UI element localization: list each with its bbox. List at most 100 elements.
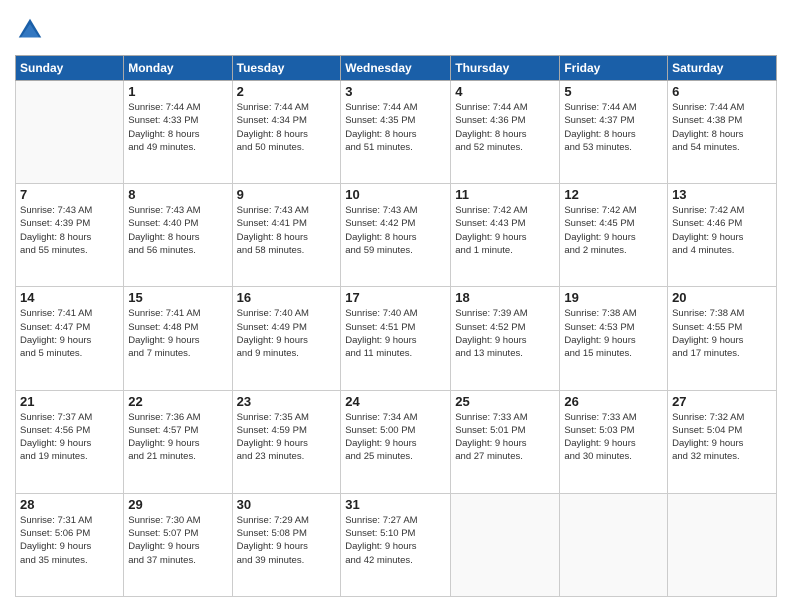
calendar-cell-w3-d1: 22Sunrise: 7:36 AM Sunset: 4:57 PM Dayli…: [124, 390, 232, 493]
day-number: 30: [237, 497, 337, 512]
day-info: Sunrise: 7:40 AM Sunset: 4:49 PM Dayligh…: [237, 307, 337, 360]
day-number: 14: [20, 290, 119, 305]
day-info: Sunrise: 7:43 AM Sunset: 4:42 PM Dayligh…: [345, 204, 446, 257]
calendar-header-wednesday: Wednesday: [341, 56, 451, 81]
day-info: Sunrise: 7:40 AM Sunset: 4:51 PM Dayligh…: [345, 307, 446, 360]
calendar-cell-w4-d0: 28 Sunrise: 7:31 AM Sunset: 5:06 PM Dayli…: [16, 493, 124, 596]
day-number: 16: [237, 290, 337, 305]
day-number: 5: [564, 84, 663, 99]
calendar-cell-w1-d0: 7 Sunrise: 7:43 AM Sunset: 4:39 PM Daylig…: [16, 184, 124, 287]
day-number: 3: [345, 84, 446, 99]
day-number: 7: [20, 187, 119, 202]
day-number: 31: [345, 497, 446, 512]
calendar-cell-w2-d3: 17 Sunrise: 7:40 AM Sunset: 4:51 PM Dayli…: [341, 287, 451, 390]
calendar-cell-w2-d2: 16 Sunrise: 7:40 AM Sunset: 4:49 PM Dayli…: [232, 287, 341, 390]
day-number: 19: [564, 290, 663, 305]
day-number: 25: [455, 394, 555, 409]
day-info: Sunrise: 7:29 AM Sunset: 5:08 PM Dayligh…: [237, 514, 337, 567]
calendar-week-2: 14 Sunrise: 7:41 AM Sunset: 4:47 PM Dayli…: [16, 287, 777, 390]
calendar-cell-w2-d0: 14 Sunrise: 7:41 AM Sunset: 4:47 PM Dayli…: [16, 287, 124, 390]
calendar-header-saturday: Saturday: [668, 56, 777, 81]
day-number: 21: [20, 394, 119, 409]
calendar-cell-w1-d6: 13Sunrise: 7:42 AM Sunset: 4:46 PM Dayli…: [668, 184, 777, 287]
day-number: 4: [455, 84, 555, 99]
calendar-week-3: 21 Sunrise: 7:37 AM Sunset: 4:56 PM Dayli…: [16, 390, 777, 493]
calendar-cell-w0-d4: 4 Sunrise: 7:44 AM Sunset: 4:36 PM Daylig…: [451, 81, 560, 184]
calendar-week-1: 7 Sunrise: 7:43 AM Sunset: 4:39 PM Daylig…: [16, 184, 777, 287]
day-info: Sunrise: 7:44 AM Sunset: 4:37 PM Dayligh…: [564, 101, 663, 154]
day-number: 1: [128, 84, 227, 99]
calendar-cell-w4-d1: 29 Sunrise: 7:30 AM Sunset: 5:07 PM Dayli…: [124, 493, 232, 596]
calendar-week-0: 1Sunrise: 7:44 AM Sunset: 4:33 PM Daylig…: [16, 81, 777, 184]
calendar-cell-w0-d6: 6 Sunrise: 7:44 AM Sunset: 4:38 PM Daylig…: [668, 81, 777, 184]
day-number: 10: [345, 187, 446, 202]
day-info: Sunrise: 7:33 AM Sunset: 5:03 PM Dayligh…: [564, 411, 663, 464]
day-info: Sunrise: 7:31 AM Sunset: 5:06 PM Dayligh…: [20, 514, 119, 567]
page: SundayMondayTuesdayWednesdayThursdayFrid…: [0, 0, 792, 612]
day-number: 29: [128, 497, 227, 512]
day-info: Sunrise: 7:42 AM Sunset: 4:43 PM Dayligh…: [455, 204, 555, 257]
day-number: 18: [455, 290, 555, 305]
day-info: Sunrise: 7:44 AM Sunset: 4:35 PM Dayligh…: [345, 101, 446, 154]
calendar-cell-w2-d6: 20 Sunrise: 7:38 AM Sunset: 4:55 PM Dayli…: [668, 287, 777, 390]
day-info: Sunrise: 7:30 AM Sunset: 5:07 PM Dayligh…: [128, 514, 227, 567]
calendar-cell-w4-d6: [668, 493, 777, 596]
calendar-cell-w3-d4: 25 Sunrise: 7:33 AM Sunset: 5:01 PM Dayli…: [451, 390, 560, 493]
calendar-cell-w0-d1: 1Sunrise: 7:44 AM Sunset: 4:33 PM Daylig…: [124, 81, 232, 184]
day-number: 20: [672, 290, 772, 305]
day-info: Sunrise: 7:33 AM Sunset: 5:01 PM Dayligh…: [455, 411, 555, 464]
day-info: Sunrise: 7:36 AM Sunset: 4:57 PM Dayligh…: [128, 411, 227, 464]
day-number: 9: [237, 187, 337, 202]
calendar-header-sunday: Sunday: [16, 56, 124, 81]
day-number: 11: [455, 187, 555, 202]
day-info: Sunrise: 7:38 AM Sunset: 4:55 PM Dayligh…: [672, 307, 772, 360]
calendar-header-friday: Friday: [560, 56, 668, 81]
day-info: Sunrise: 7:35 AM Sunset: 4:59 PM Dayligh…: [237, 411, 337, 464]
day-info: Sunrise: 7:38 AM Sunset: 4:53 PM Dayligh…: [564, 307, 663, 360]
day-number: 15: [128, 290, 227, 305]
day-info: Sunrise: 7:44 AM Sunset: 4:38 PM Dayligh…: [672, 101, 772, 154]
day-info: Sunrise: 7:39 AM Sunset: 4:52 PM Dayligh…: [455, 307, 555, 360]
day-info: Sunrise: 7:44 AM Sunset: 4:34 PM Dayligh…: [237, 101, 337, 154]
day-info: Sunrise: 7:43 AM Sunset: 4:40 PM Dayligh…: [128, 204, 227, 257]
day-info: Sunrise: 7:41 AM Sunset: 4:47 PM Dayligh…: [20, 307, 119, 360]
calendar-cell-w0-d3: 3 Sunrise: 7:44 AM Sunset: 4:35 PM Daylig…: [341, 81, 451, 184]
calendar-cell-w0-d0: [16, 81, 124, 184]
day-info: Sunrise: 7:27 AM Sunset: 5:10 PM Dayligh…: [345, 514, 446, 567]
calendar-cell-w4-d3: 31 Sunrise: 7:27 AM Sunset: 5:10 PM Dayli…: [341, 493, 451, 596]
day-number: 2: [237, 84, 337, 99]
calendar-header-tuesday: Tuesday: [232, 56, 341, 81]
calendar-cell-w2-d1: 15Sunrise: 7:41 AM Sunset: 4:48 PM Dayli…: [124, 287, 232, 390]
calendar-cell-w4-d5: [560, 493, 668, 596]
day-number: 6: [672, 84, 772, 99]
day-number: 17: [345, 290, 446, 305]
calendar-cell-w3-d5: 26 Sunrise: 7:33 AM Sunset: 5:03 PM Dayli…: [560, 390, 668, 493]
day-info: Sunrise: 7:37 AM Sunset: 4:56 PM Dayligh…: [20, 411, 119, 464]
calendar-cell-w3-d6: 27Sunrise: 7:32 AM Sunset: 5:04 PM Dayli…: [668, 390, 777, 493]
day-info: Sunrise: 7:44 AM Sunset: 4:36 PM Dayligh…: [455, 101, 555, 154]
calendar-cell-w3-d3: 24 Sunrise: 7:34 AM Sunset: 5:00 PM Dayli…: [341, 390, 451, 493]
calendar-cell-w3-d2: 23 Sunrise: 7:35 AM Sunset: 4:59 PM Dayli…: [232, 390, 341, 493]
day-number: 28: [20, 497, 119, 512]
calendar-cell-w0-d5: 5 Sunrise: 7:44 AM Sunset: 4:37 PM Daylig…: [560, 81, 668, 184]
calendar-header-thursday: Thursday: [451, 56, 560, 81]
day-info: Sunrise: 7:42 AM Sunset: 4:45 PM Dayligh…: [564, 204, 663, 257]
logo-icon: [15, 15, 45, 45]
calendar-cell-w4-d2: 30 Sunrise: 7:29 AM Sunset: 5:08 PM Dayli…: [232, 493, 341, 596]
day-info: Sunrise: 7:42 AM Sunset: 4:46 PM Dayligh…: [672, 204, 772, 257]
day-number: 8: [128, 187, 227, 202]
header: [15, 15, 777, 45]
calendar-table: SundayMondayTuesdayWednesdayThursdayFrid…: [15, 55, 777, 597]
calendar-cell-w1-d2: 9Sunrise: 7:43 AM Sunset: 4:41 PM Daylig…: [232, 184, 341, 287]
calendar-cell-w1-d3: 10 Sunrise: 7:43 AM Sunset: 4:42 PM Dayli…: [341, 184, 451, 287]
day-number: 26: [564, 394, 663, 409]
day-number: 24: [345, 394, 446, 409]
logo: [15, 15, 49, 45]
calendar-cell-w1-d4: 11 Sunrise: 7:42 AM Sunset: 4:43 PM Dayli…: [451, 184, 560, 287]
calendar-cell-w2-d5: 19 Sunrise: 7:38 AM Sunset: 4:53 PM Dayli…: [560, 287, 668, 390]
day-info: Sunrise: 7:34 AM Sunset: 5:00 PM Dayligh…: [345, 411, 446, 464]
day-info: Sunrise: 7:43 AM Sunset: 4:39 PM Dayligh…: [20, 204, 119, 257]
calendar-header-monday: Monday: [124, 56, 232, 81]
day-number: 12: [564, 187, 663, 202]
day-number: 23: [237, 394, 337, 409]
